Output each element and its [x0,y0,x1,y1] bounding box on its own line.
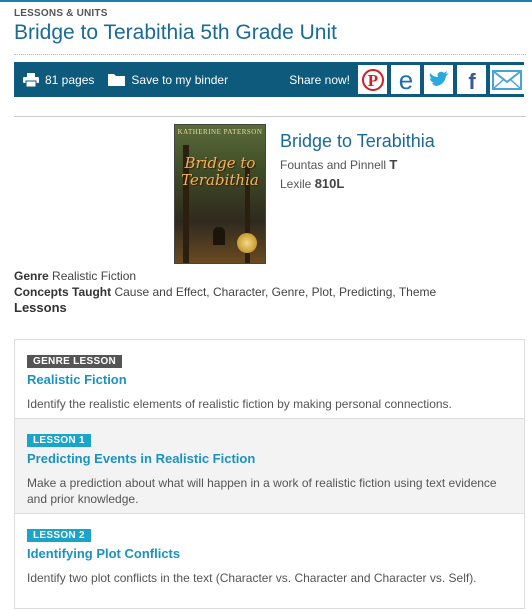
concepts-label: Concepts Taught [14,285,112,299]
share-group: Share now! P e f [289,65,524,94]
svg-text:P: P [367,71,377,90]
dotted-divider [14,54,526,55]
fp-label: Fountas and Pinnell [280,158,387,172]
print-pages-button[interactable]: 81 pages [23,72,95,87]
email-share-button[interactable] [490,65,524,94]
save-to-binder-button[interactable]: Save to my binder [108,73,228,87]
page-title: Bridge to Terabithia 5th Grade Unit [14,21,337,44]
lesson-list: GENRE LESSON Realistic Fiction Identify … [14,339,525,609]
lexile-label: Lexile [280,177,312,191]
pinterest-icon: P [361,68,384,91]
fp-value: T [389,157,398,172]
genre-row: Genre Realistic Fiction [14,269,136,283]
fountas-pinnell-level: Fountas and Pinnell T [280,157,397,172]
lesson-badge: GENRE LESSON [27,355,123,368]
concepts-row: Concepts Taught Cause and Effect, Charac… [14,285,436,299]
email-icon [492,69,522,90]
genre-label: Genre [14,269,49,283]
lesson-card-2: LESSON 2 Identifying Plot Conflicts Iden… [15,514,524,610]
genre-value: Realistic Fiction [52,269,137,283]
lesson-title-link[interactable]: Identifying Plot Conflicts [27,546,512,561]
lesson-title-link[interactable]: Realistic Fiction [27,372,512,387]
lesson-card-genre: GENRE LESSON Realistic Fiction Identify … [15,340,524,419]
concepts-value: Cause and Effect, Character, Genre, Plot… [114,285,437,299]
section-divider [14,116,526,117]
edmodo-icon: e [398,68,412,92]
share-label: Share now! [289,72,350,87]
cover-author-text: KATHERINE PATERSON [177,128,263,136]
lesson-card-1: LESSON 1 Predicting Events in Realistic … [15,419,524,514]
edmodo-share-button[interactable]: e [391,65,420,94]
pages-count-label: 81 pages [45,72,95,87]
lesson-description: Identify the realistic elements of reali… [27,397,452,411]
folder-icon [108,74,126,86]
cover-figures-art [213,227,225,245]
svg-text:e: e [398,68,412,92]
book-title[interactable]: Bridge to Terabithia [280,131,435,152]
facebook-share-button[interactable]: f [457,65,486,94]
lesson-badge: LESSON 1 [27,434,91,447]
book-cover-image[interactable]: KATHERINE PATERSON Bridge to Terabithia [174,124,266,264]
binder-label: Save to my binder [131,72,229,87]
lesson-description: Identify two plot conflicts in the text … [27,571,477,585]
top-accent-border [0,0,532,2]
twitter-share-button[interactable] [424,65,453,94]
cover-title-text: Bridge to Terabithia [181,154,259,189]
lesson-badge: LESSON 2 [27,529,91,542]
action-toolbar: 81 pages Save to my binder Share now! P … [14,62,524,97]
svg-text:f: f [468,69,476,92]
lesson-title-link[interactable]: Predicting Events in Realistic Fiction [27,451,512,466]
lexile-value: 810L [314,176,345,191]
twitter-icon [429,70,449,86]
award-seal-icon [237,233,257,253]
pinterest-share-button[interactable]: P [358,65,387,94]
facebook-icon: f [468,69,476,92]
printer-icon [23,72,39,87]
lesson-description: Make a prediction about what will happen… [27,476,497,506]
lexile-level: Lexile 810L [280,176,344,191]
lessons-heading: Lessons [14,300,67,315]
section-eyebrow: LESSONS & UNITS [14,8,108,19]
